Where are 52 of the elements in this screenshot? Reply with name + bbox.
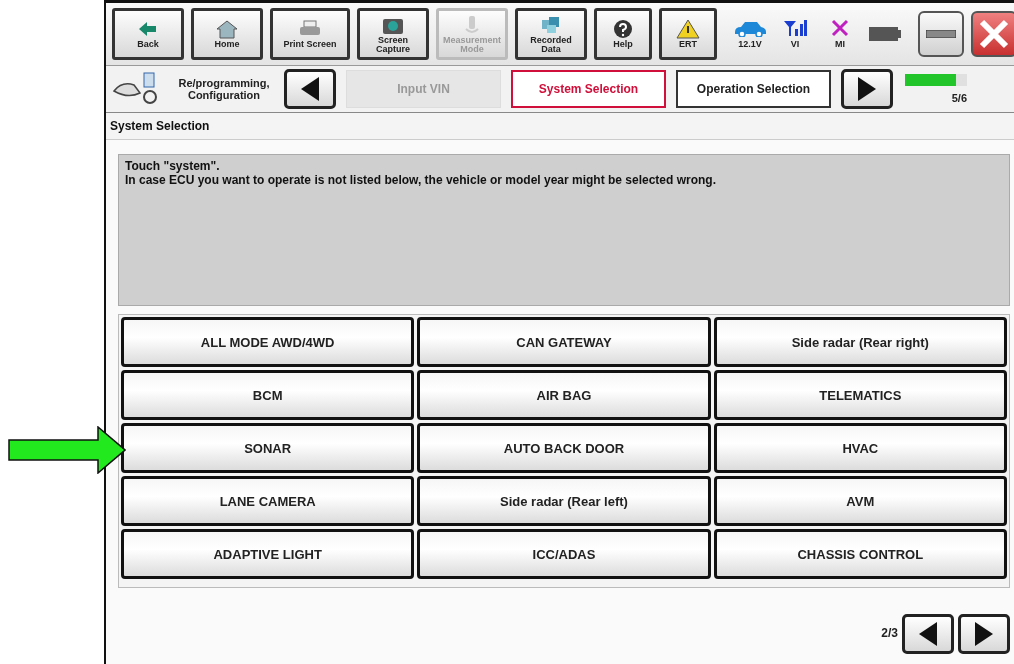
toolbar-button[interactable]: ERT: [659, 8, 717, 60]
system-button[interactable]: AUTO BACK DOOR: [417, 423, 711, 473]
system-button[interactable]: CHASSIS CONTROL: [713, 529, 1007, 579]
left-triangle-icon: [300, 76, 320, 102]
system-button[interactable]: ICC/ADAS: [417, 529, 711, 579]
signal-icon: [783, 19, 807, 37]
system-button[interactable]: LANE CAMERA: [121, 476, 415, 526]
next-page-button[interactable]: [958, 614, 1010, 654]
right-triangle-icon: [857, 76, 877, 102]
page-counter: 2/3: [881, 626, 898, 640]
status-label: MI: [835, 39, 845, 49]
previous-page-button[interactable]: [902, 614, 954, 654]
home-icon: [215, 19, 239, 39]
system-button[interactable]: AIR BAG: [417, 370, 711, 420]
help-icon: [611, 19, 635, 39]
toolbar-button[interactable]: Help: [594, 8, 652, 60]
right-triangle-icon: [974, 621, 994, 647]
system-button[interactable]: CAN GATEWAY: [417, 317, 711, 367]
status-label: VI: [790, 39, 800, 49]
toolbar-button[interactable]: Recorded Data: [515, 8, 587, 60]
system-button[interactable]: TELEMATICS: [713, 370, 1007, 420]
system-button[interactable]: AVM: [713, 476, 1007, 526]
system-button[interactable]: Side radar (Rear left): [417, 476, 711, 526]
system-button[interactable]: BCM: [121, 370, 415, 420]
minimize-button[interactable]: [918, 11, 964, 57]
toolbar-button[interactable]: Home: [191, 8, 263, 60]
step-tab[interactable]: System Selection: [511, 70, 666, 108]
car-icon: [733, 19, 767, 37]
next-step-button[interactable]: [841, 69, 893, 109]
previous-step-button[interactable]: [284, 69, 336, 109]
toolbar-button[interactable]: Back: [112, 8, 184, 60]
message-text: In case ECU you want to operate is not listed below, the vehicle or model year might be selected wrong.: [125, 173, 718, 188]
warning-icon: [676, 19, 700, 39]
message-text: Touch "system".: [125, 159, 221, 174]
close-button[interactable]: [971, 11, 1014, 57]
cross-icon: [831, 19, 849, 37]
step-tab[interactable]: Operation Selection: [676, 70, 831, 108]
section-title: System Selection: [106, 113, 1014, 140]
system-button[interactable]: Side radar (Rear right): [713, 317, 1007, 367]
battery-icon: [868, 26, 902, 42]
system-button[interactable]: ADAPTIVE LIGHT: [121, 529, 415, 579]
progress-label: 5/6: [951, 92, 967, 104]
close-icon: [979, 19, 1009, 49]
mode-label: Re/programming, Configuration: [177, 76, 271, 102]
left-triangle-icon: [918, 621, 938, 647]
system-button[interactable]: HVAC: [713, 423, 1007, 473]
toolbar-button[interactable]: Print Screen: [270, 8, 350, 60]
system-button[interactable]: SONAR: [121, 423, 415, 473]
system-button[interactable]: ALL MODE AWD/4WD: [121, 317, 415, 367]
minimize-icon: [926, 30, 956, 38]
status-label: 12.1V: [738, 39, 762, 49]
toolbar-button[interactable]: Screen Capture: [357, 8, 429, 60]
